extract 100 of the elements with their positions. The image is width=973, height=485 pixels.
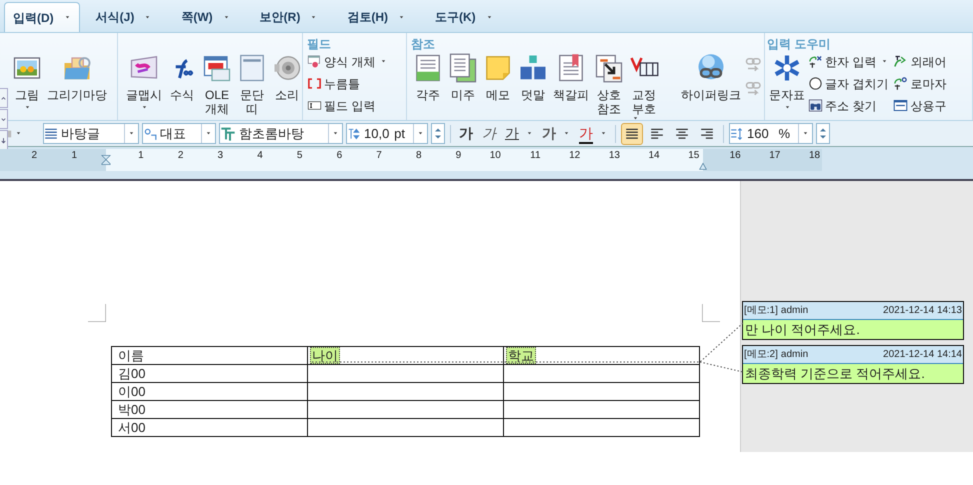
ribbon-button[interactable]: 미주 [446,51,480,102]
align-right-icon [700,126,714,140]
group-title: 참조 [411,36,436,51]
scroll-button[interactable] [0,130,8,150]
arrow-icon [0,136,7,144]
ribbon-tab[interactable]: 검토(H) [333,2,420,32]
conversion-icon [893,76,908,91]
caret-icon [144,14,152,20]
ribbon-button[interactable]: 글자 겹치기 [808,73,888,94]
table-cell: 이름 [112,346,308,364]
caret-icon [802,131,809,136]
format-button[interactable]: 가 [456,122,476,144]
table-cell: 김00 [112,364,308,382]
table-cell: 박00 [112,400,308,418]
ribbon-tab[interactable]: 보안(R) [246,2,332,32]
ribbon-button[interactable]: 각주 [411,51,445,102]
line-spacing-field[interactable]: 160 % [729,123,813,144]
sticky-note-icon [483,53,513,83]
ribbon-button[interactable]: 하이퍼링크 [679,51,743,102]
asterisk-icon [772,53,802,83]
table-cell: 이00 [112,382,308,400]
ribbon-button[interactable]: 한자 입력 [808,51,888,72]
bookmark-icon [556,53,586,83]
ribbon-button[interactable]: 메모 [481,51,515,102]
ribbon-button[interactable]: 문단 띠 [235,51,269,116]
format-button[interactable]: 가 [502,122,536,144]
memo-number: [메모:2] [744,348,778,362]
size-icon [347,126,361,140]
font-type-icon [220,126,236,142]
font-size-field[interactable]: 10,0 pt [346,123,428,144]
style-dropdown[interactable]: 바탕글 [43,123,139,144]
ruler-number: 1 [137,149,145,163]
ribbon-button[interactable]: 누름틀 [307,73,388,94]
memo-time: 2021-12-14 14:14 [883,348,962,362]
ribbon-button[interactable]: 책갈피 [551,51,591,102]
ribbon-button[interactable]: 로마자 [893,73,946,94]
format-button[interactable]: 가 [479,122,499,144]
table-cell: 학교 [504,346,700,364]
ruler-number: 17 [768,149,782,163]
align-left-icon [650,126,664,140]
corner-mark-icon [88,304,106,322]
font-dropdown[interactable]: 함초롬바탕 [219,123,343,144]
language-dropdown[interactable]: 대표 [142,123,216,144]
chain-link-icon [745,79,763,97]
ribbon-button[interactable]: 주소 찾기 [808,95,888,116]
memo-number: [메모:1] [744,304,778,318]
caret-icon [140,105,148,110]
ruler-number: 9 [454,149,462,163]
memo-text: 최종학력 기준으로 적어주세요. [743,364,963,383]
ribbon-button[interactable]: 그림 [10,51,44,110]
ribbon-button[interactable]: 소리 [270,51,304,102]
ribbon-tab[interactable]: 도구(K) [421,2,507,32]
corner-mark-icon [702,304,720,322]
align-center-icon [675,126,689,140]
ruler-number: 4 [256,149,264,163]
panel-icon [237,53,267,83]
ribbon-button[interactable]: 그리기마당 [45,51,109,102]
margin-marker-icon [698,162,708,170]
format-button[interactable]: 가 [576,122,610,144]
document-arrow-icon [594,53,624,83]
caret-icon [600,131,607,136]
ribbon-button[interactable]: 필드 입력 [307,95,388,116]
caret-icon [526,131,533,136]
ribbon-button[interactable]: 덧말 [516,51,550,102]
align-justify-icon [625,126,639,140]
ribbon-tab[interactable]: 쪽(W) [167,2,244,32]
format-button[interactable]: 가 [539,122,573,144]
caret-icon [881,59,888,64]
caret-icon [64,15,71,20]
group-title: 입력 도우미 [767,36,832,51]
ribbon-tab[interactable]: 서식(J) [82,2,166,32]
spacing-spinner[interactable] [816,123,830,144]
binoculars-icon [808,98,823,113]
ribbon-button[interactable]: 수식 [165,51,199,102]
ribbon-button[interactable]: 글맵시 [124,51,164,110]
ribbon-button[interactable]: OLE 개체 [200,51,234,116]
ruler-number: 2 [30,149,38,163]
ribbon-tab[interactable]: 입력(D) [4,2,80,32]
scroll-button[interactable] [0,88,8,108]
scroll-button[interactable] [0,109,8,129]
caret-icon [784,105,790,110]
caret-icon [332,131,339,136]
ruler-number: 16 [728,149,742,163]
ruler-number: 11 [529,149,542,163]
speaker-icon [272,53,302,83]
ruler-number: 5 [296,149,304,163]
group-title: 필드 [307,36,332,51]
ribbon-button[interactable]: 교정 부호 [627,51,661,121]
ribbon-button[interactable]: 상용구 [893,95,946,116]
size-spinner[interactable] [431,123,445,144]
ruler-number: 8 [414,149,422,163]
caret-icon [128,131,135,136]
ribbon-button[interactable]: 상호 참조 [592,51,626,116]
letter-mark-icon [143,126,157,140]
align-button[interactable] [621,122,643,144]
ribbon-button[interactable]: 양식 개체 [307,51,388,72]
conversion-icon [808,54,823,69]
ribbon-button[interactable]: 외래어 [893,51,946,72]
ribbon-button[interactable]: 문자표 [767,51,807,110]
caret-icon [222,14,230,20]
